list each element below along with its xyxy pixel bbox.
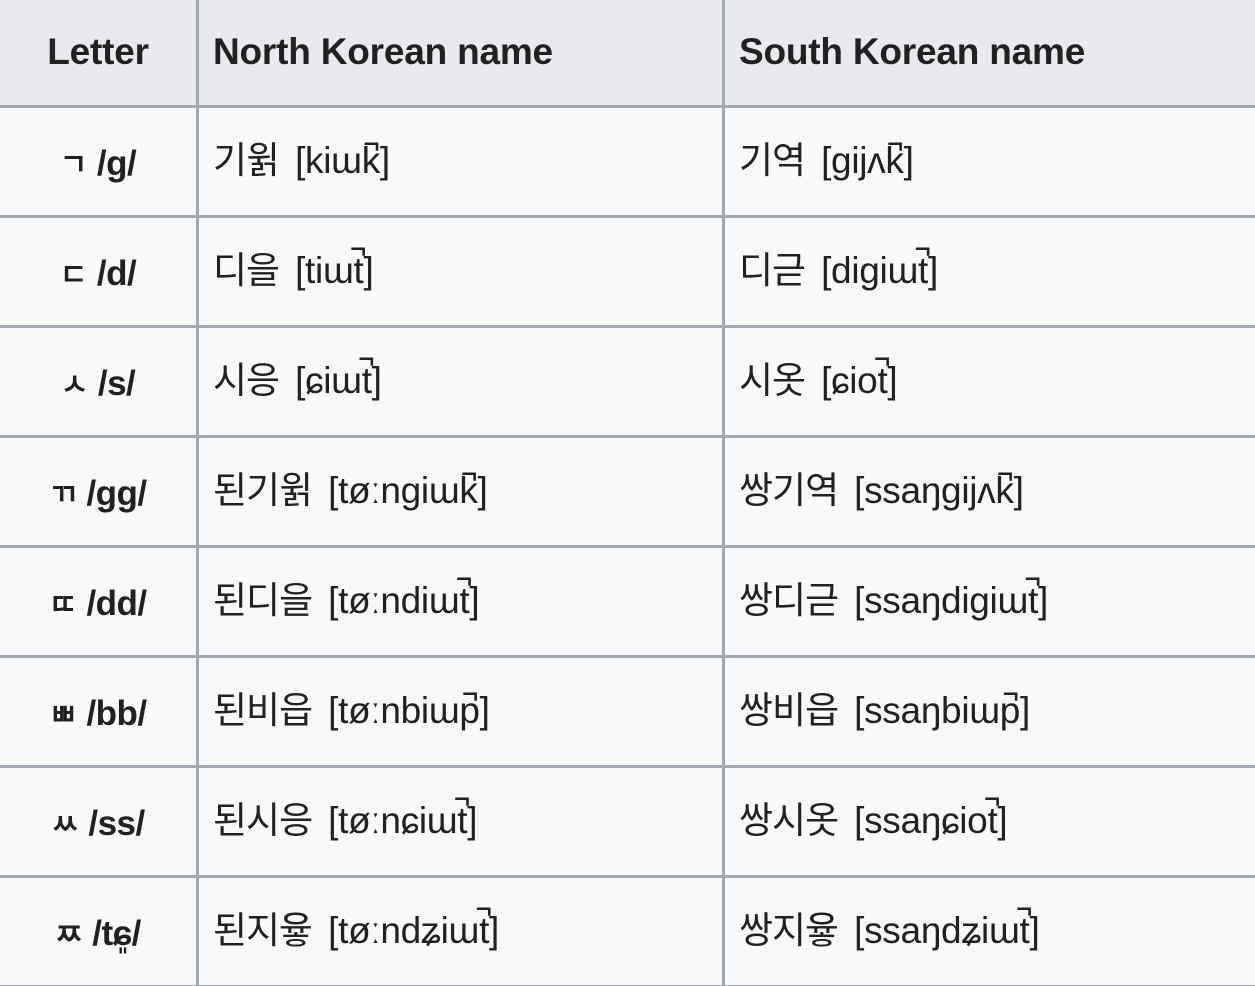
- cell-letter: ㅃ/bb/: [0, 655, 199, 768]
- south-korean-hangul: 디귿: [739, 250, 806, 292]
- south-korean-ipa: [ssaŋdigiɯt̚]: [854, 580, 1048, 622]
- cell-north-korean-name: 기윍 [kiɯk̚]: [196, 105, 725, 218]
- cell-south-korean-name: 쌍지윻 [ssaŋdʑiɯt̚]: [722, 875, 1255, 986]
- cell-letter: ㄲ/gg/: [0, 435, 199, 548]
- hangul-letter-glyph: ㄷ: [59, 258, 88, 292]
- north-korean-ipa: [tøːnɕiɯt̚]: [328, 800, 478, 842]
- south-korean-hangul: 쌍지윻: [739, 910, 839, 952]
- table-row: ㄷ/d/디을 [tiɯt̚] 디귿 [digiɯt̚]: [0, 215, 1255, 328]
- north-korean-hangul: 된기윍: [213, 470, 313, 512]
- hangul-letter-glyph: ㅉ: [55, 918, 84, 952]
- south-korean-ipa: [ssaŋdʑiɯt̚]: [854, 910, 1040, 952]
- north-korean-ipa: [tøːndiɯt̚]: [328, 580, 480, 622]
- hangul-letter-names-table: Letter North Korean name South Korean na…: [0, 0, 1255, 986]
- letter-romanization: /bb/: [86, 693, 147, 733]
- north-korean-hangul: 된시응: [213, 800, 313, 842]
- cell-north-korean-name: 시응 [ɕiɯt̚]: [196, 325, 725, 438]
- north-korean-hangul: 시응: [213, 360, 280, 402]
- table-container: Letter North Korean name South Korean na…: [0, 0, 1255, 986]
- north-korean-hangul: 기윍: [213, 140, 280, 182]
- hangul-letter-glyph: ㄸ: [49, 588, 78, 622]
- south-korean-hangul: 시옷: [739, 360, 806, 402]
- north-korean-ipa: [ɕiɯt̚]: [295, 360, 382, 402]
- cell-north-korean-name: 된기윍 [tøːngiɯk̚]: [196, 435, 725, 548]
- cell-south-korean-name: 쌍비읍 [ssaŋbiɯp̚]: [722, 655, 1255, 768]
- south-korean-hangul: 기역: [739, 140, 806, 182]
- table-row: ㅃ/bb/된비읍 [tøːnbiɯp̚] 쌍비읍 [ssaŋbiɯp̚]: [0, 655, 1255, 768]
- letter-romanization: /s/: [97, 363, 136, 403]
- south-korean-ipa: [digiɯt̚]: [821, 250, 938, 292]
- south-korean-ipa: [ɕiot̚]: [821, 360, 898, 402]
- north-korean-ipa: [kiɯk̚]: [295, 140, 390, 182]
- column-header-south-korean-name: South Korean name: [722, 0, 1255, 108]
- south-korean-hangul: 쌍기역: [739, 470, 839, 512]
- letter-romanization: /g/: [96, 143, 137, 183]
- north-korean-hangul: 된비읍: [213, 690, 313, 732]
- south-korean-ipa: [ssaŋbiɯp̚]: [854, 690, 1031, 732]
- south-korean-ipa: [ssaŋgijʌk̚]: [854, 470, 1024, 512]
- hangul-letter-glyph: ㄲ: [49, 478, 78, 512]
- hangul-letter-glyph: ㄱ: [59, 148, 88, 182]
- cell-south-korean-name: 쌍시옷 [ssaŋɕiot̚]: [722, 765, 1255, 878]
- table-header: Letter North Korean name South Korean na…: [0, 0, 1255, 108]
- table-body: ㄱ/g/기윍 [kiɯk̚] 기역 [gijʌk̚] ㄷ/d/디을 [tiɯt̚] 디…: [0, 105, 1255, 986]
- hangul-letter-glyph: ㅆ: [51, 808, 80, 842]
- cell-letter: ㄸ/dd/: [0, 545, 199, 658]
- north-korean-ipa: [tøːngiɯk̚]: [328, 470, 488, 512]
- cell-north-korean-name: 된비읍 [tøːnbiɯp̚]: [196, 655, 725, 768]
- cell-letter: ㅅ/s/: [0, 325, 199, 438]
- letter-romanization: /tɕ͈/: [92, 913, 141, 953]
- cell-south-korean-name: 시옷 [ɕiot̚]: [722, 325, 1255, 438]
- south-korean-hangul: 쌍비읍: [739, 690, 839, 732]
- south-korean-hangul: 쌍시옷: [739, 800, 839, 842]
- cell-letter: ㅉ/tɕ͈/: [0, 875, 199, 986]
- cell-north-korean-name: 디을 [tiɯt̚]: [196, 215, 725, 328]
- table-header-row: Letter North Korean name South Korean na…: [0, 0, 1255, 108]
- cell-north-korean-name: 된지윻 [tøːndʑiɯt̚]: [196, 875, 725, 986]
- cell-south-korean-name: 기역 [gijʌk̚]: [722, 105, 1255, 218]
- letter-romanization: /d/: [96, 253, 137, 293]
- cell-letter: ㅆ/ss/: [0, 765, 199, 878]
- cell-letter: ㄷ/d/: [0, 215, 199, 328]
- hangul-letter-glyph: ㅃ: [49, 698, 78, 732]
- hangul-letter-glyph: ㅅ: [60, 368, 89, 402]
- cell-south-korean-name: 쌍디귿 [ssaŋdigiɯt̚]: [722, 545, 1255, 658]
- column-header-letter: Letter: [0, 0, 199, 108]
- table-row: ㄱ/g/기윍 [kiɯk̚] 기역 [gijʌk̚]: [0, 105, 1255, 218]
- north-korean-ipa: [tøːnbiɯp̚]: [328, 690, 490, 732]
- table-row: ㄲ/gg/된기윍 [tøːngiɯk̚] 쌍기역 [ssaŋgijʌk̚]: [0, 435, 1255, 548]
- table-row: ㅉ/tɕ͈/된지윻 [tøːndʑiɯt̚] 쌍지윻 [ssaŋdʑiɯt̚]: [0, 875, 1255, 986]
- cell-letter: ㄱ/g/: [0, 105, 199, 218]
- cell-south-korean-name: 쌍기역 [ssaŋgijʌk̚]: [722, 435, 1255, 548]
- south-korean-ipa: [gijʌk̚]: [821, 140, 914, 182]
- table-row: ㅆ/ss/된시응 [tøːnɕiɯt̚] 쌍시옷 [ssaŋɕiot̚]: [0, 765, 1255, 878]
- cell-north-korean-name: 된디을 [tøːndiɯt̚]: [196, 545, 725, 658]
- column-header-north-korean-name: North Korean name: [196, 0, 725, 108]
- south-korean-hangul: 쌍디귿: [739, 580, 839, 622]
- letter-romanization: /ss/: [88, 803, 145, 843]
- table-row: ㄸ/dd/된디을 [tøːndiɯt̚] 쌍디귿 [ssaŋdigiɯt̚]: [0, 545, 1255, 658]
- north-korean-ipa: [tøːndʑiɯt̚]: [328, 910, 500, 952]
- north-korean-hangul: 된디을: [213, 580, 313, 622]
- table-row: ㅅ/s/시응 [ɕiɯt̚] 시옷 [ɕiot̚]: [0, 325, 1255, 438]
- north-korean-hangul: 디을: [213, 250, 280, 292]
- cell-north-korean-name: 된시응 [tøːnɕiɯt̚]: [196, 765, 725, 878]
- south-korean-ipa: [ssaŋɕiot̚]: [854, 800, 1008, 842]
- letter-romanization: /gg/: [86, 473, 147, 513]
- north-korean-hangul: 된지윻: [213, 910, 313, 952]
- cell-south-korean-name: 디귿 [digiɯt̚]: [722, 215, 1255, 328]
- north-korean-ipa: [tiɯt̚]: [295, 250, 374, 292]
- letter-romanization: /dd/: [86, 583, 147, 623]
